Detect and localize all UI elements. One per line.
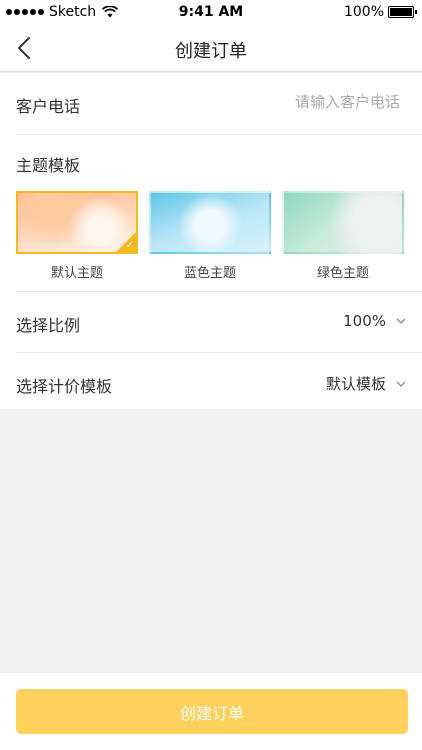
price-template-value: 默认模板	[325, 375, 386, 393]
theme-thumbnail-blue	[149, 191, 271, 254]
navigation-bar: 创建订单	[0, 24, 422, 72]
status-bar-battery-group: 100%	[343, 4, 417, 20]
selected-check-icon: ✓	[116, 232, 136, 252]
bottom-action-bar: 创建订单	[0, 673, 422, 750]
battery-icon	[388, 6, 417, 18]
theme-template-row: 主题模板 ✓ 默认主题 蓝色主题 绿色主题	[16, 135, 422, 292]
ratio-label: 选择比例	[16, 316, 81, 335]
theme-label-green: 绿色主题	[316, 266, 369, 281]
theme-thumbnail-default: ✓	[16, 191, 138, 254]
chevron-down-icon	[396, 381, 406, 387]
price-template-label: 选择计价模板	[16, 377, 113, 396]
customer-phone-input[interactable]	[200, 93, 400, 111]
battery-percent: 100%	[343, 4, 384, 20]
status-bar: Sketch 9:41 AM 100%	[0, 0, 422, 24]
price-template-row: 选择计价模板 默认模板	[16, 353, 422, 409]
ratio-value: 100%	[343, 312, 386, 330]
theme-label-default: 默认主题	[50, 266, 103, 281]
customer-phone-label: 客户电话	[16, 97, 81, 116]
theme-template-label: 主题模板	[16, 156, 81, 175]
theme-option-default[interactable]: ✓ 默认主题	[16, 191, 138, 281]
order-form: 客户电话 主题模板 ✓ 默认主题 蓝色主题 绿色主题 选择比例 100%	[0, 73, 422, 409]
theme-thumbnail-green	[282, 191, 404, 254]
page-title: 创建订单	[175, 41, 247, 62]
price-template-select[interactable]: 默认模板	[326, 373, 406, 394]
theme-options: ✓ 默认主题 蓝色主题 绿色主题	[16, 191, 404, 281]
create-order-button[interactable]: 创建订单	[16, 689, 408, 734]
theme-label-blue: 蓝色主题	[183, 266, 236, 281]
theme-option-green[interactable]: 绿色主题	[282, 191, 404, 281]
customer-phone-row: 客户电话	[16, 73, 422, 135]
theme-option-blue[interactable]: 蓝色主题	[149, 191, 271, 281]
ratio-select[interactable]: 100%	[343, 312, 406, 330]
ratio-row: 选择比例 100%	[16, 292, 422, 353]
chevron-down-icon	[396, 318, 406, 324]
